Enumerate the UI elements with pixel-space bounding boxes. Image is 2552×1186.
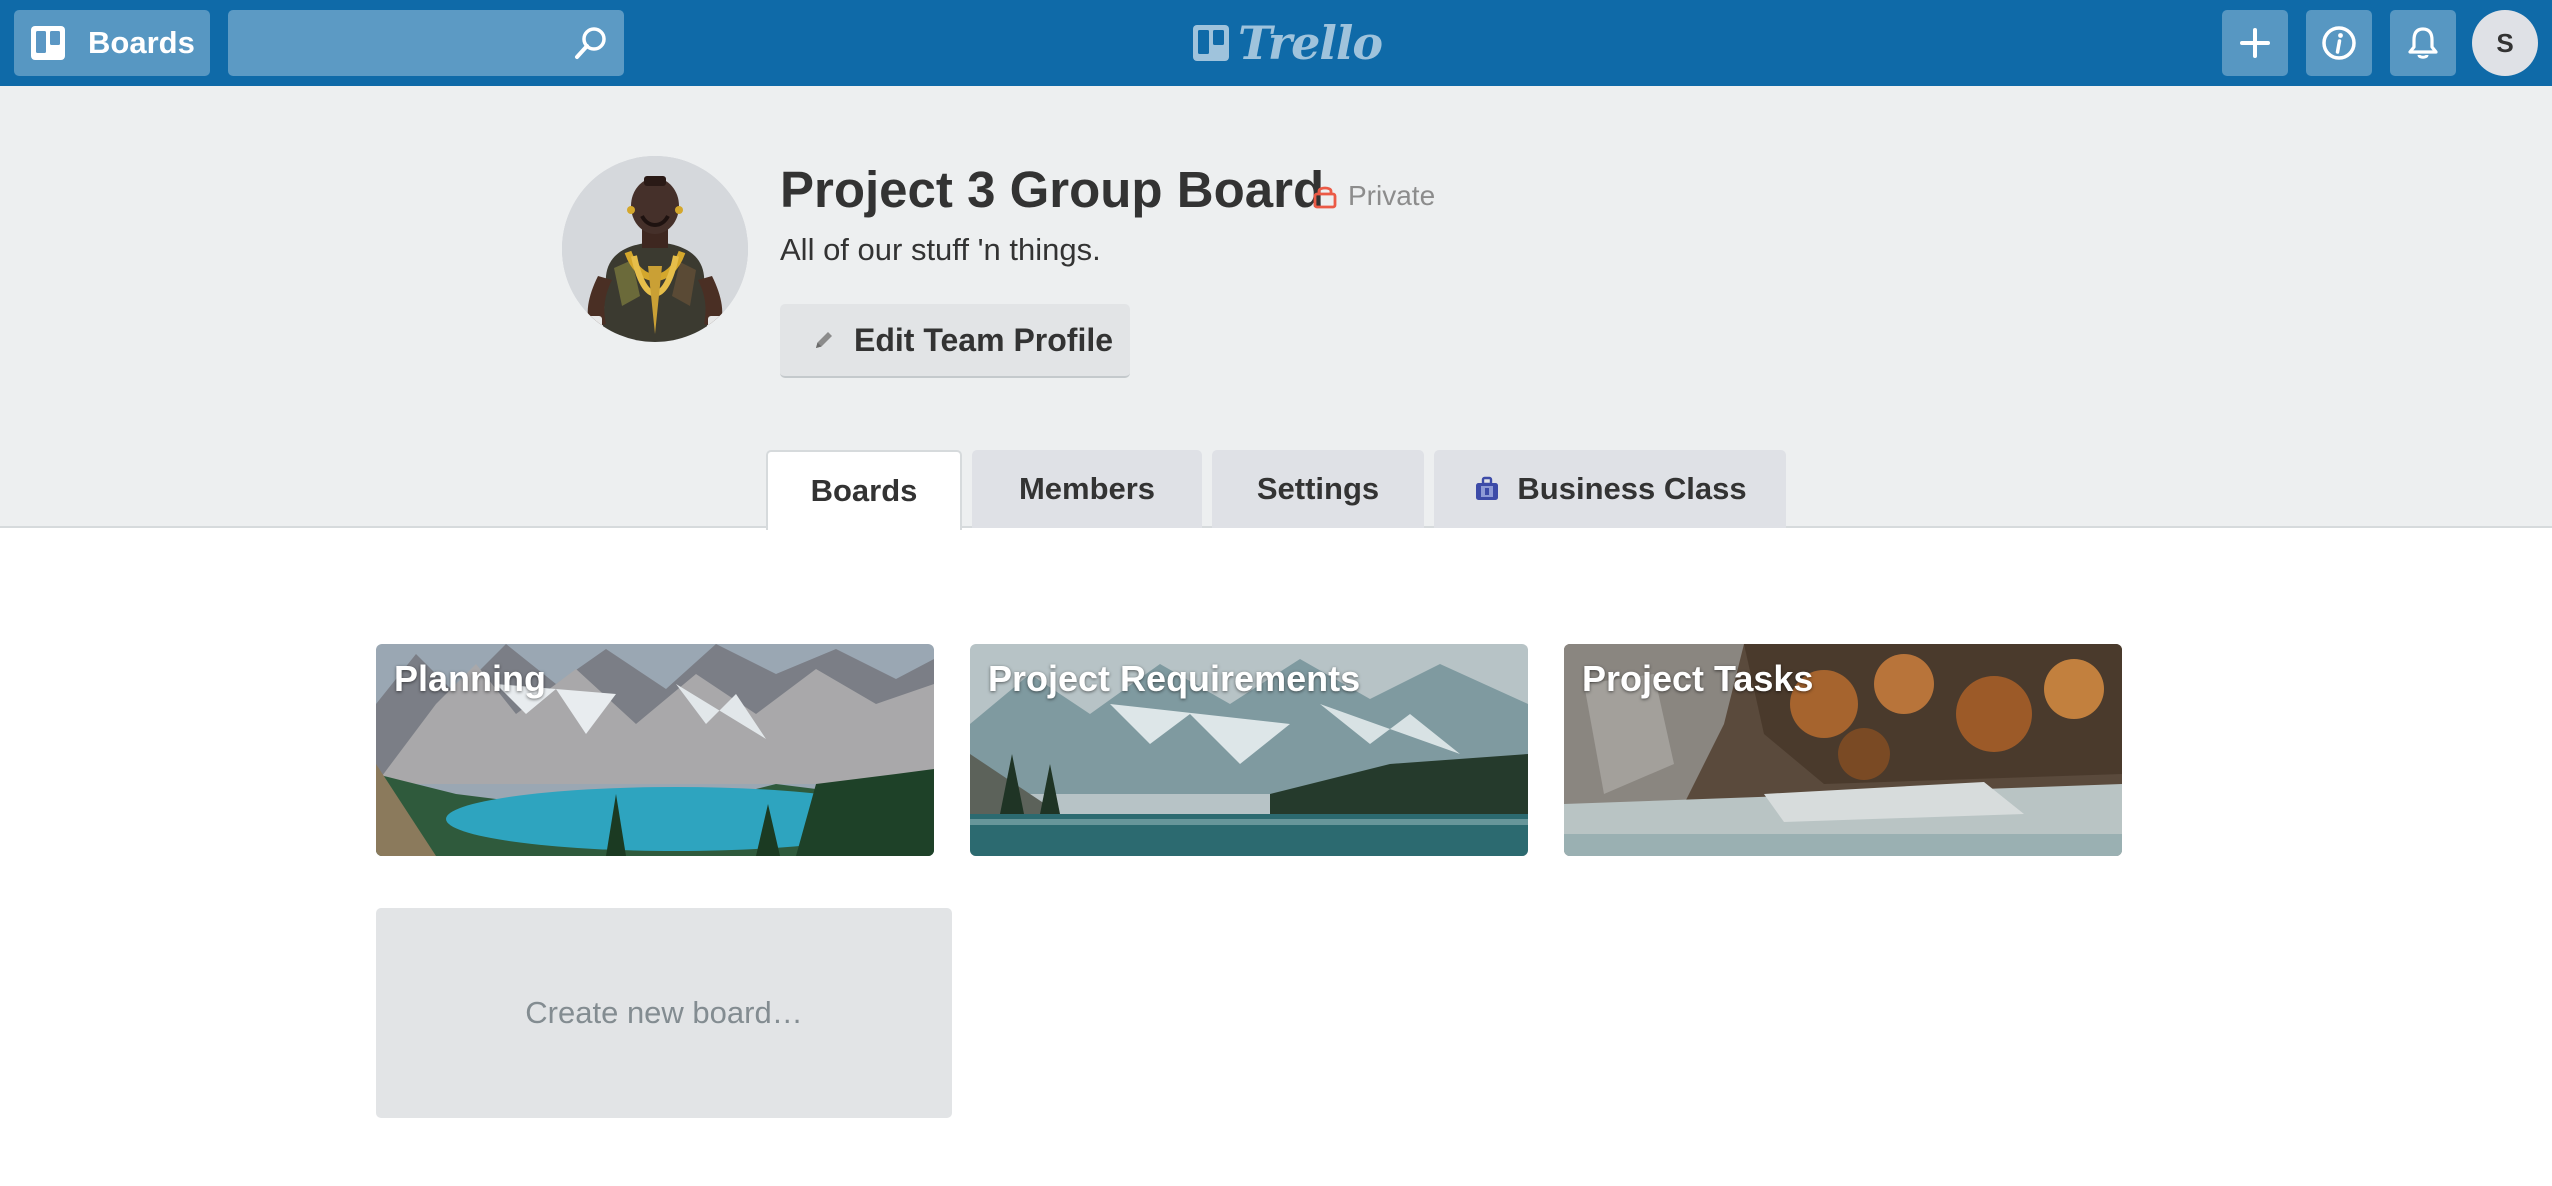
privacy-indicator[interactable]: Private bbox=[1312, 178, 1435, 214]
trello-logo[interactable]: Trello bbox=[1192, 16, 1383, 70]
create-new-board-button[interactable]: Create new board… bbox=[376, 908, 952, 1118]
notifications-button[interactable] bbox=[2390, 10, 2456, 76]
plus-icon bbox=[2240, 28, 2270, 58]
team-description: All of our stuff 'n things. bbox=[780, 232, 1101, 267]
boards-icon bbox=[31, 26, 65, 60]
boards-menu-label: Boards bbox=[88, 25, 195, 60]
search-input[interactable] bbox=[228, 10, 558, 76]
tab-boards[interactable]: Boards bbox=[766, 450, 962, 530]
tab-label: Boards bbox=[810, 473, 918, 508]
board-title: Planning bbox=[394, 658, 546, 699]
tab-label: Settings bbox=[1256, 471, 1380, 506]
board-title: Project Tasks bbox=[1582, 658, 1814, 699]
trello-logo-text: Trello bbox=[1238, 16, 1383, 70]
info-button[interactable] bbox=[2306, 10, 2372, 76]
board-tile-project-tasks[interactable]: Project Tasks bbox=[1564, 644, 2122, 856]
search-box[interactable] bbox=[228, 10, 624, 76]
board-tile-planning[interactable]: Planning bbox=[376, 644, 934, 856]
edit-team-profile-label: Edit Team Profile bbox=[854, 321, 1114, 358]
briefcase-icon bbox=[1476, 476, 1499, 500]
add-button[interactable] bbox=[2222, 10, 2288, 76]
tab-settings[interactable]: Settings bbox=[1212, 450, 1424, 528]
privacy-label: Private bbox=[1348, 180, 1436, 211]
pencil-icon bbox=[816, 332, 832, 348]
boards-menu-button[interactable]: Boards bbox=[14, 10, 210, 76]
tab-business-class[interactable]: Business Class bbox=[1434, 450, 1786, 528]
edit-team-profile-button[interactable]: Edit Team Profile bbox=[780, 304, 1130, 378]
team-avatar bbox=[562, 156, 748, 342]
lock-icon bbox=[1313, 186, 1337, 209]
team-avatar-image bbox=[562, 156, 748, 342]
team-name: Project 3 Group Board bbox=[780, 161, 1325, 218]
tab-members[interactable]: Members bbox=[972, 450, 1202, 528]
bell-icon bbox=[2408, 27, 2438, 59]
team-header: Project 3 Group Board Private All of our… bbox=[0, 86, 2552, 530]
top-bar: Boards Trello S bbox=[0, 0, 2552, 86]
trello-logo-icon bbox=[1193, 25, 1229, 61]
tab-label: Members bbox=[1018, 471, 1156, 506]
tab-label: Business Class bbox=[1517, 471, 1747, 506]
board-tile-project-requirements[interactable]: Project Requirements bbox=[970, 644, 1528, 856]
create-new-board-label: Create new board… bbox=[525, 995, 803, 1030]
search-icon[interactable] bbox=[572, 24, 610, 62]
member-initial: S bbox=[2496, 27, 2514, 58]
member-avatar-button[interactable]: S bbox=[2472, 10, 2538, 76]
board-title: Project Requirements bbox=[988, 658, 1361, 699]
info-icon bbox=[2322, 26, 2356, 60]
